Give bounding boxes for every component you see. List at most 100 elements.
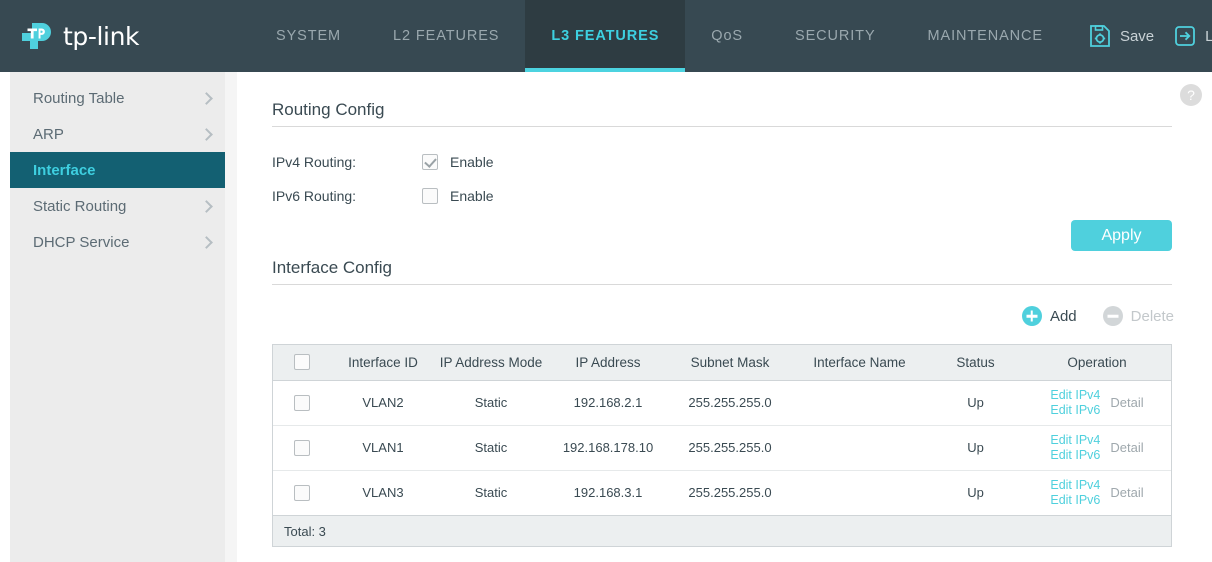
nav-tab-qos[interactable]: QoS [685, 0, 769, 72]
column-header-ip-address: IP Address [547, 345, 669, 381]
row-select-cell [273, 380, 331, 426]
edit-ipv6-link[interactable]: Edit IPv6 [1050, 493, 1100, 508]
column-header-status: Status [928, 345, 1023, 381]
edit-ipv6-link[interactable]: Edit IPv6 [1050, 448, 1100, 463]
interface-config-divider [272, 284, 1172, 285]
column-header-ip-address-mode: IP Address Mode [435, 345, 547, 381]
ipv6-routing-checkbox[interactable] [422, 188, 438, 204]
column-header-interface-name: Interface Name [791, 345, 928, 381]
ipv6-routing-row: IPv6 Routing: Enable [272, 188, 494, 204]
table-header-row: Interface ID IP Address Mode IP Address … [273, 345, 1171, 381]
nav-tab-maintenance[interactable]: MAINTENANCE [902, 0, 1069, 72]
cell-ip-address-mode: Static [435, 380, 547, 426]
cell-ip-address-mode: Static [435, 470, 547, 515]
interface-table: Interface ID IP Address Mode IP Address … [273, 345, 1171, 515]
edit-ipv4-link[interactable]: Edit IPv4 [1050, 433, 1100, 448]
delete-label: Delete [1130, 307, 1174, 325]
add-button[interactable]: Add [1021, 306, 1077, 326]
sidebar-item-arp[interactable]: ARP [10, 116, 225, 152]
ipv4-routing-label: IPv4 Routing: [272, 154, 357, 170]
sidebar-item-dhcp-service[interactable]: DHCP Service [10, 224, 225, 260]
routing-config-title: Routing Config [272, 100, 385, 119]
logout-label: Log Out [1205, 27, 1212, 45]
detail-link[interactable]: Detail [1110, 485, 1143, 500]
column-header-operation: Operation [1023, 345, 1171, 381]
logout-button[interactable]: Log Out [1172, 23, 1212, 49]
edit-ipv4-link[interactable]: Edit IPv4 [1050, 478, 1100, 493]
apply-button[interactable]: Apply [1071, 220, 1172, 251]
table-toolbar: Add Delete [237, 306, 1212, 326]
row-checkbox[interactable] [294, 439, 310, 456]
app-header: tp-link SYSTEM L2 FEATURES L3 FEATURES Q… [0, 0, 1212, 72]
save-label: Save [1119, 27, 1155, 45]
edit-ipv4-link[interactable]: Edit IPv4 [1050, 388, 1100, 403]
sidebar-item-label: Routing Table [33, 89, 125, 107]
sidebar-item-label: Static Routing [33, 197, 127, 215]
cell-ip-address-mode: Static [435, 425, 547, 471]
cell-status: Up [928, 380, 1023, 426]
cell-subnet-mask: 255.255.255.0 [669, 380, 791, 426]
routing-config-divider [272, 126, 1172, 127]
table-footer-total: Total: 3 [273, 515, 1171, 546]
tp-link-logo-icon [14, 15, 60, 57]
ipv4-routing-checkbox[interactable] [422, 154, 438, 170]
table-row[interactable]: VLAN3 Static 192.168.3.1 255.255.255.0 U… [273, 470, 1171, 515]
cell-subnet-mask: 255.255.255.0 [669, 470, 791, 515]
sidebar-item-label: Interface [33, 161, 96, 179]
column-header-interface-id: Interface ID [331, 345, 435, 381]
left-gutter [0, 72, 10, 562]
table-body: VLAN2 Static 192.168.2.1 255.255.255.0 U… [273, 380, 1171, 515]
nav-tab-l2-features[interactable]: L2 FEATURES [367, 0, 525, 72]
save-button[interactable]: Save [1087, 23, 1154, 49]
table-row[interactable]: VLAN2 Static 192.168.2.1 255.255.255.0 U… [273, 380, 1171, 426]
sidebar-item-routing-table[interactable]: Routing Table [10, 80, 225, 116]
detail-link[interactable]: Detail [1110, 440, 1143, 455]
ipv6-enable-label: Enable [450, 188, 494, 204]
ipv4-enable-label: Enable [450, 154, 494, 170]
nav-tab-system[interactable]: SYSTEM [250, 0, 367, 72]
chevron-right-icon [200, 127, 213, 141]
plus-circle-icon [1021, 306, 1042, 326]
select-all-checkbox[interactable] [294, 354, 310, 371]
chevron-right-icon [200, 91, 213, 105]
cell-status: Up [928, 425, 1023, 471]
row-checkbox[interactable] [294, 485, 310, 502]
cell-interface-id: VLAN1 [331, 425, 435, 471]
main-content: ? Routing Config IPv4 Routing: Enable IP… [237, 72, 1212, 562]
cell-operation: Edit IPv4 Edit IPv6 Detail [1023, 470, 1171, 515]
table-head: Interface ID IP Address Mode IP Address … [273, 345, 1171, 381]
sidebar-item-static-routing[interactable]: Static Routing [10, 188, 225, 224]
cell-operation: Edit IPv4 Edit IPv6 Detail [1023, 380, 1171, 426]
brand-logo[interactable]: tp-link [0, 0, 250, 72]
content-left-strip [225, 72, 237, 562]
sidebar-item-interface[interactable]: Interface [10, 152, 225, 188]
row-select-cell [273, 425, 331, 471]
minus-circle-icon [1102, 306, 1123, 326]
nav-tab-l3-features[interactable]: L3 FEATURES [525, 0, 686, 72]
sidebar-nav: Routing Table ARP Interface Static Routi… [10, 72, 225, 562]
chevron-right-icon [200, 235, 213, 249]
interface-config-title: Interface Config [272, 258, 393, 277]
cell-operation: Edit IPv4 Edit IPv6 Detail [1023, 425, 1171, 471]
header-actions: Save Log Out [1069, 0, 1212, 72]
delete-button[interactable]: Delete [1102, 306, 1174, 326]
add-label: Add [1049, 307, 1077, 325]
cell-interface-id: VLAN3 [331, 470, 435, 515]
ipv6-routing-label: IPv6 Routing: [272, 188, 357, 204]
nav-tab-security[interactable]: SECURITY [769, 0, 902, 72]
table-row[interactable]: VLAN1 Static 192.168.178.10 255.255.255.… [273, 425, 1171, 471]
cell-ip-address: 192.168.178.10 [547, 425, 669, 471]
edit-ipv6-link[interactable]: Edit IPv6 [1050, 403, 1100, 418]
help-icon[interactable]: ? [1180, 84, 1202, 106]
cell-interface-name [791, 470, 928, 515]
main-nav: SYSTEM L2 FEATURES L3 FEATURES QoS SECUR… [250, 0, 1069, 72]
column-header-subnet-mask: Subnet Mask [669, 345, 791, 381]
cell-interface-name [791, 380, 928, 426]
logout-icon [1172, 23, 1198, 49]
row-checkbox[interactable] [294, 394, 310, 411]
save-icon [1087, 23, 1113, 49]
detail-link[interactable]: Detail [1110, 395, 1143, 410]
cell-ip-address: 192.168.3.1 [547, 470, 669, 515]
row-select-cell [273, 470, 331, 515]
ipv4-routing-row: IPv4 Routing: Enable [272, 154, 494, 170]
